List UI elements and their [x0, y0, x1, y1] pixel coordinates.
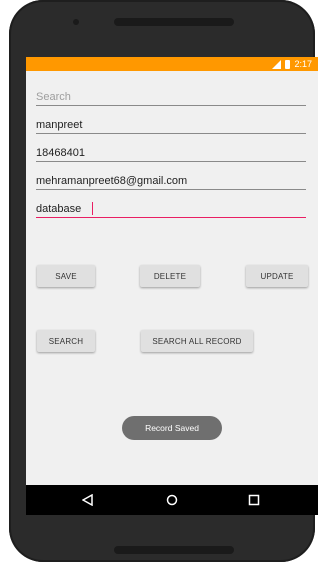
search-all-record-button[interactable]: SEARCH ALL RECORD: [141, 330, 253, 352]
front-camera: [73, 19, 79, 25]
bottom-speaker: [114, 546, 234, 554]
navigation-bar: [26, 485, 318, 515]
save-button[interactable]: SAVE: [37, 265, 95, 287]
update-button[interactable]: UPDATE: [246, 265, 308, 287]
device-screen: 2:17 SAVE DELETE UPDATE SEARCH SEARCH AL…: [26, 57, 318, 515]
home-button[interactable]: [152, 485, 192, 515]
recents-button[interactable]: [234, 485, 274, 515]
phone-input[interactable]: [36, 147, 306, 159]
back-button[interactable]: [68, 485, 108, 515]
search-field: [36, 83, 306, 106]
subject-input[interactable]: [36, 203, 306, 215]
search-button[interactable]: SEARCH: [37, 330, 95, 352]
delete-button[interactable]: DELETE: [140, 265, 200, 287]
status-time: 2:17: [294, 59, 312, 69]
recents-icon: [248, 494, 260, 506]
name-field: [36, 111, 306, 134]
email-field: [36, 167, 306, 190]
status-bar: 2:17: [26, 57, 318, 71]
home-icon: [166, 494, 178, 506]
status-icons: 2:17: [272, 58, 312, 70]
subject-field: [36, 195, 306, 218]
name-input[interactable]: [36, 119, 306, 131]
toast-message: Record Saved: [122, 416, 222, 440]
phone-field: [36, 139, 306, 162]
text-cursor: [92, 202, 93, 215]
back-icon: [82, 494, 93, 506]
signal-icon: [272, 59, 282, 69]
battery-icon: [285, 59, 291, 69]
email-input[interactable]: [36, 175, 306, 187]
search-input[interactable]: [36, 91, 306, 103]
earpiece-speaker: [114, 18, 234, 26]
